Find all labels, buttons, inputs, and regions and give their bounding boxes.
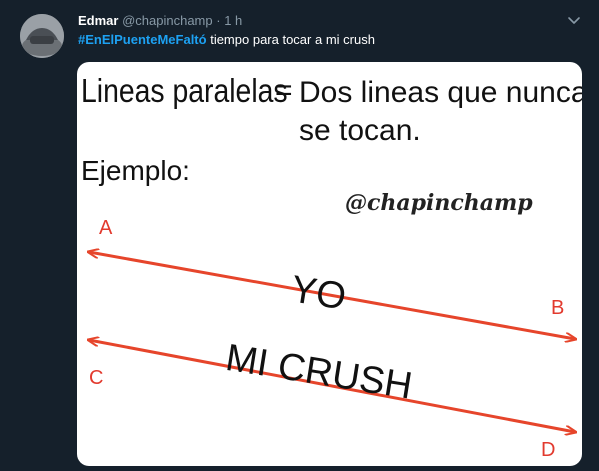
watermark: @chapinchamp [345,190,533,216]
equals-sign: = [275,74,293,107]
hashtag-link[interactable]: #EnElPuenteMeFaltó [78,32,207,47]
author-name[interactable]: Edmar [78,13,118,28]
example-label: Ejemplo: [81,155,190,186]
label-d: D [541,439,555,461]
line2-label: MI CRUSH [223,337,415,408]
separator: · [216,13,221,28]
line1-label: YO [288,268,349,318]
definition-line1: Dos lineas que nunca [299,76,582,109]
label-c: C [89,367,103,389]
tweet-header: Edmar @chapinchamp · 1 h [78,13,242,28]
author-handle[interactable]: @chapinchamp [122,13,213,28]
label-a: A [99,217,113,239]
title-left: Lineas paralelas [81,72,288,110]
tweet-image[interactable]: Lineas paralelas = Dos lineas que nunca … [77,62,582,466]
avatar[interactable] [20,14,64,58]
timestamp[interactable]: 1 h [224,13,242,28]
chevron-down-icon[interactable] [566,12,582,28]
definition-line2: se tocan. [299,114,421,147]
tweet-text: #EnElPuenteMeFaltó tiempo para tocar a m… [78,32,375,47]
label-b: B [551,297,564,319]
tweet-body: tiempo para tocar a mi crush [210,32,375,47]
